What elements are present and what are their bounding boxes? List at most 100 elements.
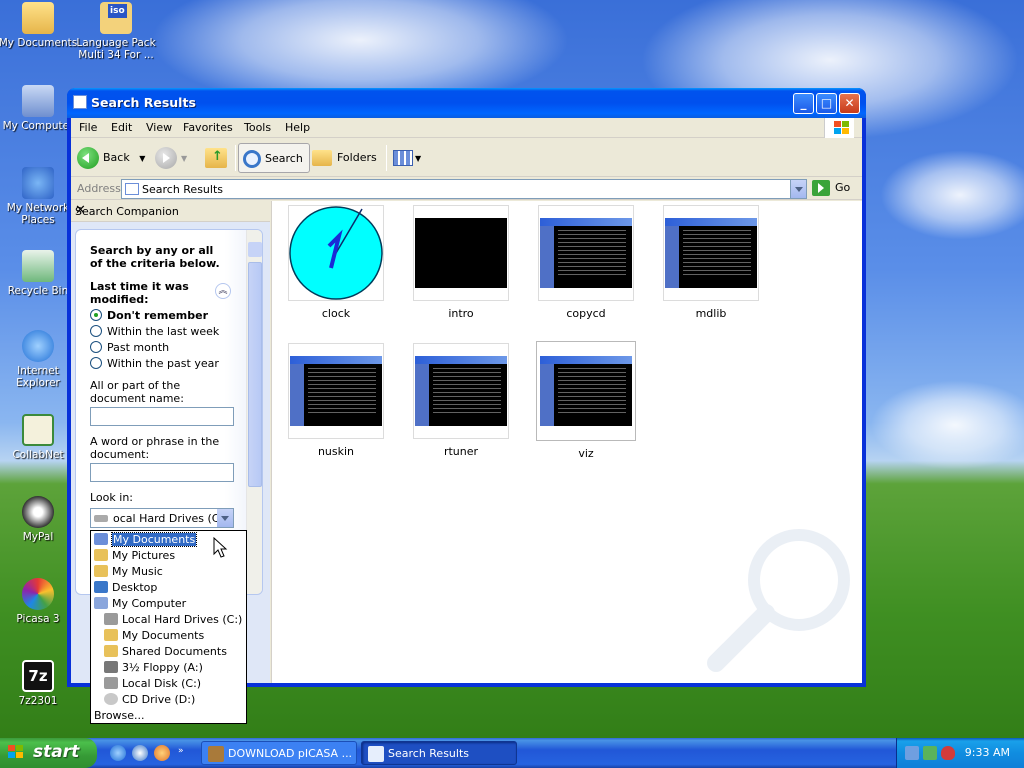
close-pane-button[interactable]: ✕ xyxy=(75,203,264,218)
look-in-option-label: My Music xyxy=(112,565,163,578)
menu-help[interactable]: Help xyxy=(285,121,310,134)
network-tray-icon[interactable] xyxy=(905,746,919,760)
look-in-dropdown-button[interactable] xyxy=(217,509,233,527)
minimize-button[interactable]: _ xyxy=(793,93,814,114)
search-button[interactable]: Search xyxy=(238,143,310,173)
cloud xyxy=(880,150,1024,240)
phrase-input[interactable] xyxy=(90,463,234,482)
result-item-mdlib[interactable]: mdlib xyxy=(663,205,759,320)
radio-past-year[interactable]: Within the past year xyxy=(90,357,219,370)
toolbar-separator xyxy=(386,145,387,171)
back-dropdown-icon[interactable]: ▼ xyxy=(139,154,145,163)
thumbnail-frame xyxy=(413,343,509,439)
result-item-rtuner[interactable]: rtuner xyxy=(413,343,509,458)
look-in-option[interactable]: 3½ Floppy (A:) xyxy=(91,660,246,676)
result-item-copycd[interactable]: copycd xyxy=(538,205,634,320)
radio-label: Don't remember xyxy=(107,309,209,322)
result-item-intro[interactable]: intro xyxy=(413,205,509,320)
address-input[interactable]: Search Results xyxy=(121,179,807,199)
screenshot-thumbnail xyxy=(540,218,632,288)
radio-dont-remember[interactable]: Don't remember xyxy=(90,309,208,322)
clock-thumbnail xyxy=(289,206,383,300)
picasa-icon xyxy=(22,578,54,610)
radio-label: Within the past year xyxy=(107,357,219,370)
address-bar: Address Search Results Go xyxy=(71,178,862,200)
folders-button[interactable]: Folders xyxy=(312,143,377,173)
start-button[interactable]: start xyxy=(0,738,97,768)
views-button[interactable]: ▼ xyxy=(393,143,421,173)
menu-view[interactable]: View xyxy=(146,121,172,134)
desktop-icon-language-pack[interactable]: iso Language Pack Multi 34 For ... xyxy=(76,2,156,61)
title-bar[interactable]: Search Results _ □ ✕ xyxy=(67,88,866,118)
folder-icon xyxy=(104,629,118,641)
look-in-option[interactable]: My Documents xyxy=(91,628,246,644)
go-button[interactable]: Go xyxy=(812,180,850,196)
look-in-option[interactable]: CD Drive (D:) xyxy=(91,692,246,708)
panel-scrollbar[interactable] xyxy=(246,230,262,594)
scroll-up-button[interactable] xyxy=(248,242,262,257)
desktop-icon-label: My Documents xyxy=(0,37,78,49)
desktop-icon-my-documents[interactable]: My Documents xyxy=(0,2,78,49)
shield-tray-icon[interactable] xyxy=(941,746,955,760)
collabnet-icon xyxy=(22,414,54,446)
computer-icon xyxy=(94,597,108,609)
drive-icon xyxy=(104,613,118,625)
result-item-nuskin[interactable]: nuskin xyxy=(288,343,384,458)
forward-button[interactable]: ▼ xyxy=(155,143,187,173)
toolbar-separator xyxy=(235,145,236,171)
folders-icon xyxy=(312,150,332,166)
result-label: clock xyxy=(321,307,351,320)
result-item-clock[interactable]: clock xyxy=(288,205,384,320)
result-item-viz[interactable]: viz xyxy=(536,341,636,460)
search-companion-header: Search Companion ✕ xyxy=(71,201,270,222)
taskbar: start » DOWNLOAD pICASA ... Search Resul… xyxy=(0,738,1024,768)
radio-last-week[interactable]: Within the last week xyxy=(90,325,219,338)
results-view: clock intro copycd mdlib nuskin rtuner v… xyxy=(271,201,862,683)
folder-icon xyxy=(94,565,108,577)
search-window-icon xyxy=(73,95,87,109)
security-tray-icon[interactable] xyxy=(923,746,937,760)
look-in-option-label: My Pictures xyxy=(112,549,176,562)
close-button[interactable]: ✕ xyxy=(839,93,860,114)
taskbar-item-picasa-download[interactable]: DOWNLOAD pICASA ... xyxy=(201,741,357,765)
search-intro: Search by any or all of the criteria bel… xyxy=(90,244,220,270)
internet-explorer-quicklaunch-icon[interactable] xyxy=(110,745,126,761)
collapse-section-icon[interactable]: ︽ xyxy=(215,283,231,299)
document-name-input[interactable] xyxy=(90,407,234,426)
look-in-option-label: Browse... xyxy=(94,709,145,722)
maximize-button[interactable]: □ xyxy=(816,93,837,114)
back-button[interactable]: Back ▼ xyxy=(77,143,145,173)
folders-label: Folders xyxy=(337,151,377,164)
media-quicklaunch-icon[interactable] xyxy=(154,745,170,761)
taskbar-item-search-results[interactable]: Search Results xyxy=(361,741,517,765)
look-in-option-label: CD Drive (D:) xyxy=(122,693,196,706)
search-results-icon xyxy=(125,183,139,195)
screenshot-thumbnail xyxy=(665,218,757,288)
result-label: nuskin xyxy=(317,445,355,458)
views-dropdown-icon: ▼ xyxy=(415,154,422,163)
look-in-option[interactable]: My Music xyxy=(91,564,246,580)
radio-past-month[interactable]: Past month xyxy=(90,341,169,354)
my-documents-icon xyxy=(94,533,108,545)
look-in-select[interactable]: ocal Hard Drives (C:) xyxy=(90,508,234,528)
look-in-option[interactable]: Local Hard Drives (C:) xyxy=(91,612,246,628)
menu-favorites[interactable]: Favorites xyxy=(183,121,233,134)
browser-quicklaunch-icon[interactable] xyxy=(132,745,148,761)
menu-file[interactable]: File xyxy=(79,121,97,134)
windows-logo-icon xyxy=(824,118,854,138)
look-in-option[interactable]: My Computer xyxy=(91,596,246,612)
address-dropdown-button[interactable] xyxy=(790,180,806,198)
menu-tools[interactable]: Tools xyxy=(244,121,271,134)
look-in-option[interactable]: Desktop xyxy=(91,580,246,596)
look-in-dropdown-list: My Documents My Pictures My Music Desktop My… xyxy=(90,530,247,724)
look-in-option-label: My Computer xyxy=(112,597,187,610)
menu-edit[interactable]: Edit xyxy=(111,121,132,134)
quicklaunch-more-icon[interactable]: » xyxy=(178,746,184,756)
address-value: Search Results xyxy=(142,183,224,196)
look-in-option[interactable]: Local Disk (C:) xyxy=(91,676,246,692)
look-in-option[interactable]: Shared Documents xyxy=(91,644,246,660)
up-folder-button[interactable]: ↑ xyxy=(205,143,227,173)
scroll-thumb[interactable] xyxy=(248,262,262,487)
look-in-option[interactable]: Browse... xyxy=(91,708,246,724)
result-label: intro xyxy=(448,307,474,320)
